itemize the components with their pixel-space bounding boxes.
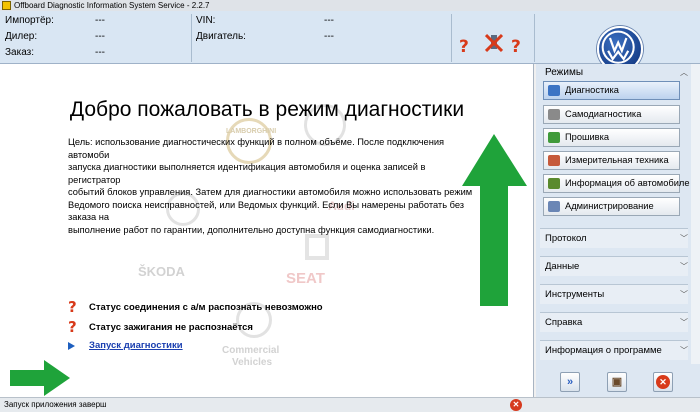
seat-watermark-logo [305, 234, 329, 260]
connection-status-icons: ? ? [456, 25, 532, 61]
dealer-value: --- [95, 31, 105, 42]
mode-diagnostics-button[interactable]: Диагностика [543, 81, 680, 100]
modes-header-label: Режимы [545, 67, 584, 78]
unknown-status-icon: ? [459, 37, 469, 57]
mode-flash-button[interactable]: Прошивка [543, 128, 680, 147]
play-icon [68, 342, 75, 350]
mode-measurement-button[interactable]: Измерительная техника [543, 151, 680, 170]
launch-diagnostics-link[interactable]: Запуск диагностики [89, 340, 183, 351]
mode-label: Диагностика [565, 85, 619, 95]
engine-value: --- [324, 31, 334, 42]
dealer-label: Дилер: [5, 31, 38, 42]
panel-action-bar: » ▣ ✕ [536, 368, 700, 397]
connection-status-text: Статус соединения с а/м распознать невоз… [89, 302, 323, 313]
section-label: Данные [545, 261, 580, 272]
divider [534, 14, 535, 62]
car-info-icon [548, 178, 560, 189]
vehicle-info: VIN: --- Двигатель: --- [196, 13, 446, 45]
exit-button[interactable]: ✕ [653, 372, 673, 392]
mode-label: Прошивка [565, 132, 610, 142]
panel-scrollbar[interactable] [691, 64, 700, 364]
flash-icon [548, 132, 560, 143]
order-value: --- [95, 47, 105, 58]
mode-label: Измерительная техника [565, 155, 669, 165]
error-icon[interactable]: ✕ [510, 399, 522, 411]
expand-icon: ﹀ [680, 262, 688, 271]
order-info: Импортёр: --- Дилер: --- Заказ: --- [5, 13, 190, 61]
section-label: Протокол [545, 233, 587, 244]
forward-button[interactable]: » [560, 372, 580, 392]
section-protocol[interactable]: Протокол ﹀ [540, 228, 688, 248]
window-title: Offboard Diagnostic Information System S… [14, 1, 210, 10]
title-bar: Offboard Diagnostic Information System S… [0, 0, 700, 11]
section-about[interactable]: Информация о программе ﹀ [540, 340, 688, 360]
mode-self-diagnosis-button[interactable]: Самодиагностика [543, 105, 680, 124]
green-arrow-right-icon [10, 360, 70, 396]
welcome-description: Цель: использование диагностических функ… [68, 137, 473, 235]
admin-icon [548, 201, 560, 212]
modes-header[interactable]: Режимы ︿ [540, 66, 688, 80]
engine-label: Двигатель: [196, 31, 246, 42]
expand-icon: ﹀ [680, 318, 688, 327]
seat-watermark: SEAT [286, 270, 325, 287]
divider [451, 14, 452, 62]
measurement-icon [548, 155, 560, 166]
skoda-watermark: ŠKODA [138, 264, 185, 279]
section-data[interactable]: Данные ﹀ [540, 256, 688, 276]
vehicles-watermark: Vehicles [232, 357, 273, 368]
expand-icon: ﹀ [680, 234, 688, 243]
welcome-title: Добро пожаловать в режим диагностики [69, 98, 465, 121]
commercial-watermark: Commercial [222, 345, 280, 356]
vin-label: VIN: [196, 15, 216, 26]
green-arrow-up-icon [462, 134, 527, 306]
screenshot-button[interactable]: ▣ [607, 372, 627, 392]
question-icon: ? [68, 318, 77, 336]
status-bar: Запуск приложения заверш ✕ [0, 397, 700, 412]
mode-label: Администрирование [565, 201, 654, 211]
welcome-content: LAMBORGHINI Audi SEAT ŠKODA Commercial V… [0, 64, 534, 397]
importer-label: Импортёр: [5, 15, 54, 26]
frame-icon: ▣ [611, 376, 623, 388]
vehicle-info-bar: Импортёр: --- Дилер: --- Заказ: --- VIN: ---… [0, 11, 700, 72]
app-icon [2, 1, 11, 10]
expand-icon: ﹀ [680, 290, 688, 299]
divider [191, 14, 192, 62]
disconnected-icon [485, 33, 503, 53]
section-help[interactable]: Справка ﹀ [540, 312, 688, 332]
ignition-unknown-icon: ? [511, 37, 521, 57]
section-label: Справка [545, 317, 583, 328]
mode-vehicle-info-button[interactable]: Информация об автомобиле [543, 174, 690, 193]
stethoscope-icon [548, 85, 560, 96]
mode-label: Самодиагностика [565, 109, 642, 119]
section-label: Информация о программе [545, 345, 662, 356]
section-label: Инструменты [545, 289, 605, 300]
section-tools[interactable]: Инструменты ﹀ [540, 284, 688, 304]
question-icon: ? [68, 298, 77, 316]
lamborghini-watermark-text: LAMBORGHINI [226, 128, 277, 135]
order-label: Заказ: [5, 47, 35, 58]
vin-value: --- [324, 15, 334, 26]
collapse-icon: ︿ [680, 68, 688, 77]
importer-value: --- [95, 15, 105, 26]
close-icon: ✕ [656, 375, 670, 389]
ignition-status-text: Статус зажигания не распознаётся [89, 322, 253, 333]
mode-label: Информация об автомобиле [565, 178, 690, 188]
status-text: Запуск приложения заверш [4, 400, 107, 409]
double-chevron-right-icon: » [566, 376, 574, 388]
mode-admin-button[interactable]: Администрирование [543, 197, 680, 216]
expand-icon: ﹀ [680, 346, 688, 355]
self-diagnosis-icon [548, 109, 560, 120]
modes-panel: Режимы ︿ Диагностика Самодиагностика Про… [536, 64, 700, 397]
